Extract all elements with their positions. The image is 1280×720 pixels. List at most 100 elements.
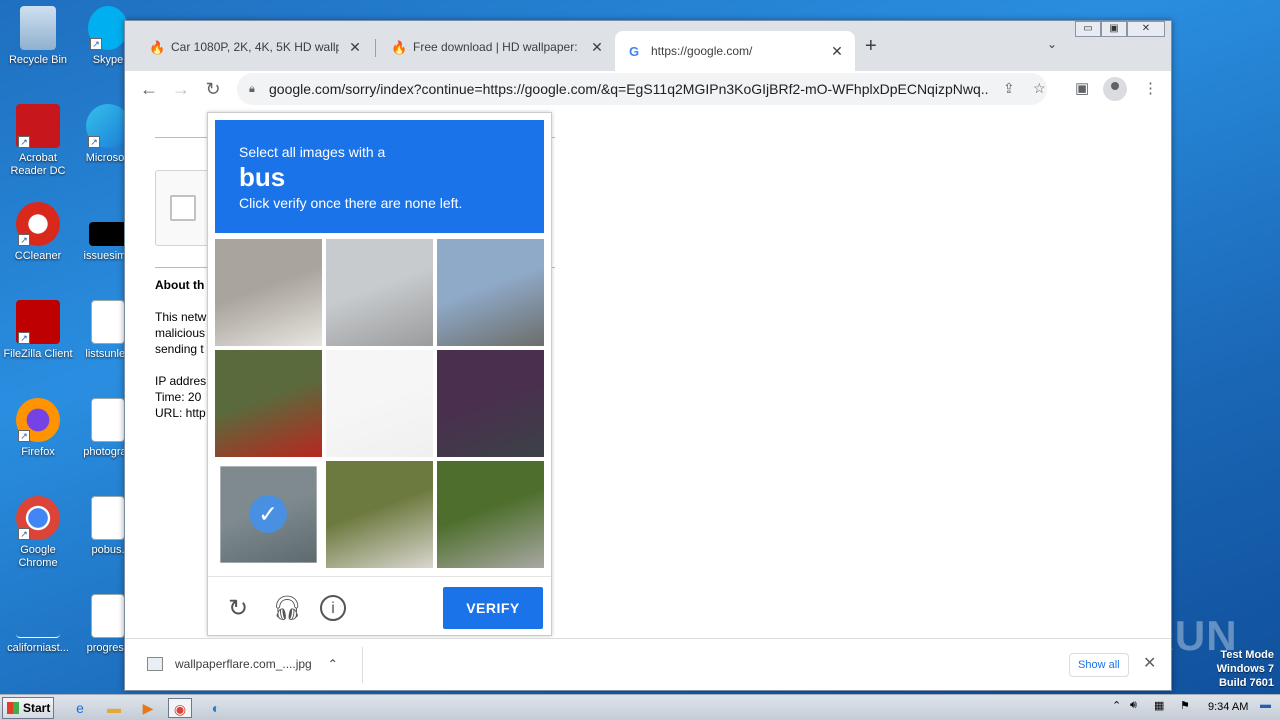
challenge-header: Select all images with a bus Click verif… bbox=[215, 120, 544, 233]
browser-window: 🔥 Car 1080P, 2K, 4K, 5K HD wallpapers ✕ … bbox=[124, 20, 1172, 691]
page-content: About th This netw malicious sending t I… bbox=[125, 107, 1171, 638]
firefox-icon: ↗ bbox=[16, 398, 60, 442]
download-bar: wallpaperflare.com_....jpg ⌃ Show all ✕ bbox=[125, 638, 1171, 690]
menu-kebab-icon[interactable]: ⋮ bbox=[1143, 79, 1158, 97]
challenge-footer: ↻ 🎧︎ i VERIFY bbox=[208, 576, 551, 636]
chevron-up-icon[interactable]: ⌃ bbox=[328, 657, 338, 671]
os-build: Build 7601 bbox=[1218, 677, 1274, 689]
ie-icon[interactable]: e bbox=[68, 698, 92, 718]
ip-address-line: IP addres bbox=[155, 374, 207, 388]
captcha-tile[interactable] bbox=[437, 239, 544, 346]
desktop-icon-label: Skype bbox=[92, 54, 124, 66]
time-line: Time: 20 bbox=[155, 390, 202, 404]
url-text[interactable]: google.com/sorry/index?continue=https://… bbox=[269, 81, 989, 97]
captcha-tile[interactable] bbox=[437, 350, 544, 457]
image-tile-grid: ✓ bbox=[215, 239, 545, 569]
acrobat-icon: ↗ bbox=[16, 104, 60, 148]
recaptcha-anchor bbox=[155, 170, 215, 246]
desktop-icon-acrobat[interactable]: ↗ Acrobat Reader DC bbox=[0, 104, 76, 178]
desktop-icon-recycle-bin[interactable]: Recycle Bin bbox=[0, 6, 76, 67]
captcha-tile[interactable] bbox=[326, 239, 433, 346]
body-line: This netw bbox=[155, 310, 207, 324]
reload-icon[interactable]: ↻ bbox=[224, 595, 252, 623]
new-tab-button[interactable]: + bbox=[865, 35, 877, 58]
captcha-tile[interactable] bbox=[437, 461, 544, 568]
close-window-button[interactable]: ✕ bbox=[1127, 21, 1165, 37]
lock-icon[interactable]: 🔒︎ bbox=[249, 83, 261, 96]
os-name: Windows 7 bbox=[1216, 663, 1274, 675]
verify-button[interactable]: VERIFY bbox=[443, 587, 543, 629]
taskbar: Start e ▬ ▶ ◉ ◐ ⌃ 🔊︎ ▦ ⚑ 9:34 AM ▬ bbox=[0, 694, 1280, 720]
download-item[interactable]: wallpaperflare.com_....jpg ⌃ bbox=[147, 657, 338, 671]
desktop-icon-ccleaner[interactable]: ↗ CCleaner bbox=[0, 202, 76, 263]
chrome-icon[interactable]: ◉ bbox=[168, 698, 192, 718]
bookmark-star-icon[interactable]: ☆ bbox=[1033, 80, 1046, 97]
captcha-tile[interactable]: ✓ bbox=[220, 466, 317, 563]
clock[interactable]: 9:34 AM bbox=[1208, 701, 1248, 713]
show-desktop-icon[interactable]: ▬ bbox=[1260, 699, 1271, 711]
desktop-icon-filezilla[interactable]: ↗ FileZilla Client bbox=[0, 300, 76, 361]
tab-divider bbox=[375, 39, 376, 57]
address-bar[interactable]: 🔒︎ google.com/sorry/index?continue=https… bbox=[237, 73, 1047, 105]
desktop-icon-chrome[interactable]: ↗ Google Chrome bbox=[0, 496, 76, 570]
show-all-button[interactable]: Show all bbox=[1069, 653, 1129, 677]
captcha-tile[interactable] bbox=[326, 461, 433, 568]
body-line: malicious bbox=[155, 326, 206, 340]
explorer-folder-icon[interactable]: ▬ bbox=[102, 698, 126, 718]
tab-free-download[interactable]: 🔥 Free download | HD wallpaper: black ✕ bbox=[377, 31, 615, 63]
tab-title: Free download | HD wallpaper: black bbox=[413, 40, 581, 54]
close-tab-icon[interactable]: ✕ bbox=[589, 39, 605, 56]
challenge-hint: Click verify once there are none left. bbox=[239, 195, 463, 211]
edge-icon[interactable]: ◐ bbox=[204, 698, 228, 718]
minimize-button[interactable]: ▭ bbox=[1075, 21, 1101, 37]
recaptcha-challenge-dialog: Select all images with a bus Click verif… bbox=[207, 112, 552, 636]
start-button[interactable]: Start bbox=[2, 697, 54, 719]
network-icon[interactable]: ▦ bbox=[1154, 699, 1164, 712]
word-doc-icon bbox=[91, 398, 125, 442]
close-tab-icon[interactable]: ✕ bbox=[829, 43, 845, 60]
challenge-instruction: Select all images with a bbox=[239, 144, 386, 160]
close-tab-icon[interactable]: ✕ bbox=[347, 39, 363, 56]
captcha-tile[interactable] bbox=[326, 350, 433, 457]
desktop-icon-label: pobus. bbox=[91, 544, 125, 556]
divider bbox=[362, 647, 363, 683]
forward-arrow-icon[interactable]: → bbox=[171, 79, 191, 100]
side-panel-icon[interactable]: ▣ bbox=[1075, 79, 1089, 97]
reload-icon[interactable]: ↻ bbox=[203, 79, 223, 100]
word-doc-icon bbox=[91, 300, 125, 344]
tray-expand-icon[interactable]: ⌃ bbox=[1112, 699, 1121, 712]
divider bbox=[155, 137, 207, 138]
window-controls: ▭ ▣ ✕ bbox=[1075, 21, 1165, 39]
info-icon[interactable]: i bbox=[320, 595, 346, 621]
captcha-tile[interactable] bbox=[215, 239, 322, 346]
desktop-icon-label: Google Chrome bbox=[18, 544, 58, 569]
close-icon[interactable]: ✕ bbox=[1143, 653, 1156, 673]
media-player-icon[interactable]: ▶ bbox=[136, 698, 160, 718]
fire-icon: 🔥 bbox=[391, 40, 408, 55]
about-heading: About th bbox=[155, 278, 205, 292]
fire-icon: 🔥 bbox=[149, 40, 166, 55]
share-icon[interactable]: ⇪ bbox=[1003, 80, 1015, 97]
captcha-tile[interactable] bbox=[215, 350, 322, 457]
headphones-icon[interactable]: 🎧︎ bbox=[272, 595, 302, 623]
desktop-icon-californiast[interactable]: californiast... bbox=[0, 602, 76, 655]
desktop-icon-firefox[interactable]: ↗ Firefox bbox=[0, 398, 76, 459]
flag-icon[interactable]: ⚑ bbox=[1180, 699, 1190, 712]
im-not-a-robot-checkbox[interactable] bbox=[170, 195, 196, 221]
back-arrow-icon[interactable]: ← bbox=[139, 79, 159, 100]
maximize-button[interactable]: ▣ bbox=[1101, 21, 1127, 37]
volume-icon[interactable]: 🔊︎ bbox=[1130, 699, 1137, 712]
word-doc-icon bbox=[91, 594, 125, 638]
test-mode-line: Test Mode bbox=[1220, 649, 1274, 661]
skype-icon: ↗ bbox=[88, 6, 128, 50]
windows-logo-icon bbox=[7, 702, 19, 714]
filezilla-icon: ↗ bbox=[16, 300, 60, 344]
tab-car-wallpapers[interactable]: 🔥 Car 1080P, 2K, 4K, 5K HD wallpapers ✕ bbox=[135, 31, 373, 63]
tab-title: https://google.com/ bbox=[651, 44, 753, 58]
desktop-icon-label: Firefox bbox=[21, 446, 55, 458]
word-doc-icon bbox=[91, 496, 125, 540]
tab-google[interactable]: G https://google.com/ ✕ bbox=[615, 31, 855, 71]
profile-avatar-icon[interactable] bbox=[1103, 77, 1127, 101]
google-icon: G bbox=[629, 44, 640, 59]
tab-search-chevron-icon[interactable]: ⌄ bbox=[1047, 37, 1057, 51]
